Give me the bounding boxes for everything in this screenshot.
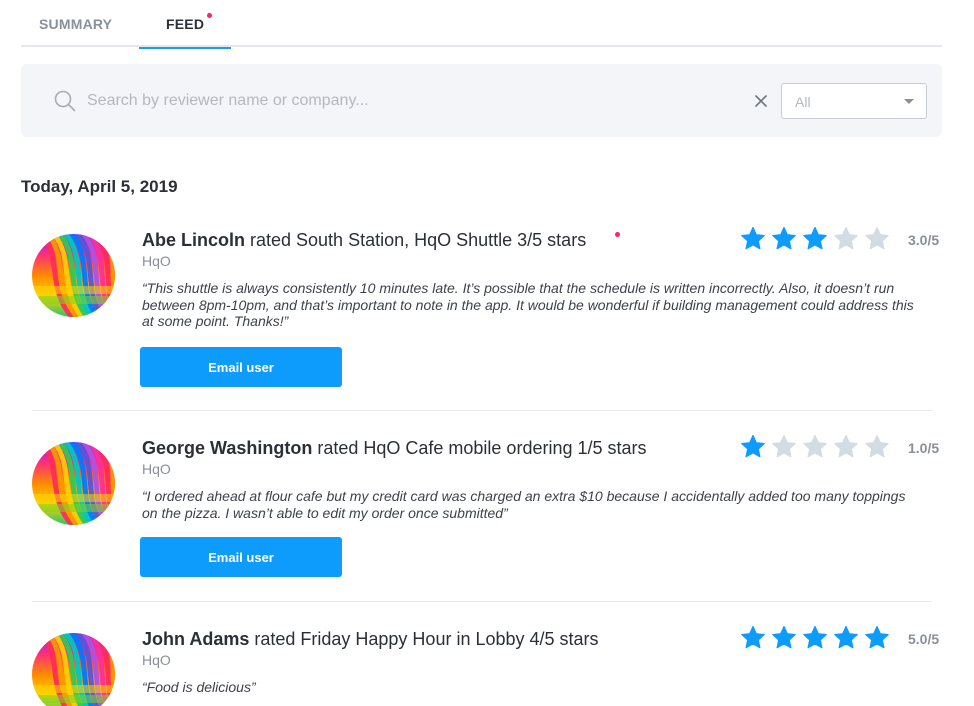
- search-input[interactable]: [87, 90, 687, 112]
- search-panel: All: [21, 64, 942, 137]
- date-heading: Today, April 5, 2019: [21, 177, 178, 196]
- star-filled-icon: [833, 625, 859, 651]
- avatar: [32, 633, 115, 706]
- rating-score: 1.0/5: [908, 440, 940, 456]
- star-filled-icon: [740, 625, 766, 651]
- rating-score: 3.0/5: [908, 232, 940, 248]
- rating-score: 5.0/5: [908, 631, 940, 647]
- email-user-button[interactable]: Email user: [140, 347, 342, 387]
- review-comment: “I ordered ahead at flour cafe but my cr…: [142, 488, 906, 521]
- review-comment: “Food is delicious”: [142, 679, 256, 695]
- reviewer-company: HqO: [142, 253, 171, 269]
- reviewer-name[interactable]: George Washington: [142, 438, 312, 458]
- avatar: [32, 442, 115, 525]
- unread-dot: [615, 232, 620, 237]
- review-comment: “This shuttle is always consistently 10 …: [142, 280, 914, 329]
- star-empty-icon: [802, 434, 828, 460]
- review-headline: George Washington rated HqO Cafe mobile …: [142, 438, 647, 459]
- star-filled-icon: [740, 434, 766, 460]
- tab-summary-label: SUMMARY: [39, 16, 113, 32]
- star-filled-icon: [771, 226, 797, 252]
- filter-select[interactable]: All: [781, 83, 927, 119]
- review-headline: John Adams rated Friday Happy Hour in Lo…: [142, 629, 599, 650]
- star-filled-icon: [771, 625, 797, 651]
- star-empty-icon: [833, 434, 859, 460]
- reviewer-company: HqO: [142, 461, 171, 477]
- close-icon[interactable]: [754, 94, 768, 108]
- reviewer-company: HqO: [142, 652, 171, 668]
- reviewer-name[interactable]: John Adams: [142, 629, 249, 649]
- star-filled-icon: [864, 625, 890, 651]
- search-icon: [54, 90, 76, 112]
- review-headline: Abe Lincoln rated South Station, HqO Shu…: [142, 230, 586, 251]
- tab-bar: SUMMARY FEED: [21, 0, 942, 49]
- star-filled-icon: [802, 226, 828, 252]
- star-empty-icon: [771, 434, 797, 460]
- email-user-button[interactable]: Email user: [140, 537, 342, 577]
- chevron-down-icon: [904, 99, 914, 104]
- tab-summary[interactable]: SUMMARY: [21, 0, 136, 47]
- tab-feed[interactable]: FEED: [139, 0, 231, 49]
- filter-select-value: All: [795, 94, 811, 110]
- reviewer-name[interactable]: Abe Lincoln: [142, 230, 245, 250]
- active-tab-indicator: [139, 47, 231, 49]
- tab-feed-label: FEED: [166, 16, 205, 32]
- review-action: rated Friday Happy Hour in Lobby 4/5 sta…: [249, 629, 599, 649]
- review-action: rated HqO Cafe mobile ordering 1/5 stars: [312, 438, 647, 458]
- review-item: John Adams rated Friday Happy Hour in Lo…: [32, 621, 939, 706]
- star-empty-icon: [864, 226, 890, 252]
- review-item: Abe Lincoln rated South Station, HqO Shu…: [32, 222, 939, 411]
- notification-dot: [207, 13, 212, 18]
- star-empty-icon: [864, 434, 890, 460]
- star-filled-icon: [802, 625, 828, 651]
- star-filled-icon: [740, 226, 766, 252]
- star-empty-icon: [833, 226, 859, 252]
- review-item: George Washington rated HqO Cafe mobile …: [32, 430, 939, 602]
- avatar: [32, 234, 115, 317]
- review-action: rated South Station, HqO Shuttle 3/5 sta…: [245, 230, 587, 250]
